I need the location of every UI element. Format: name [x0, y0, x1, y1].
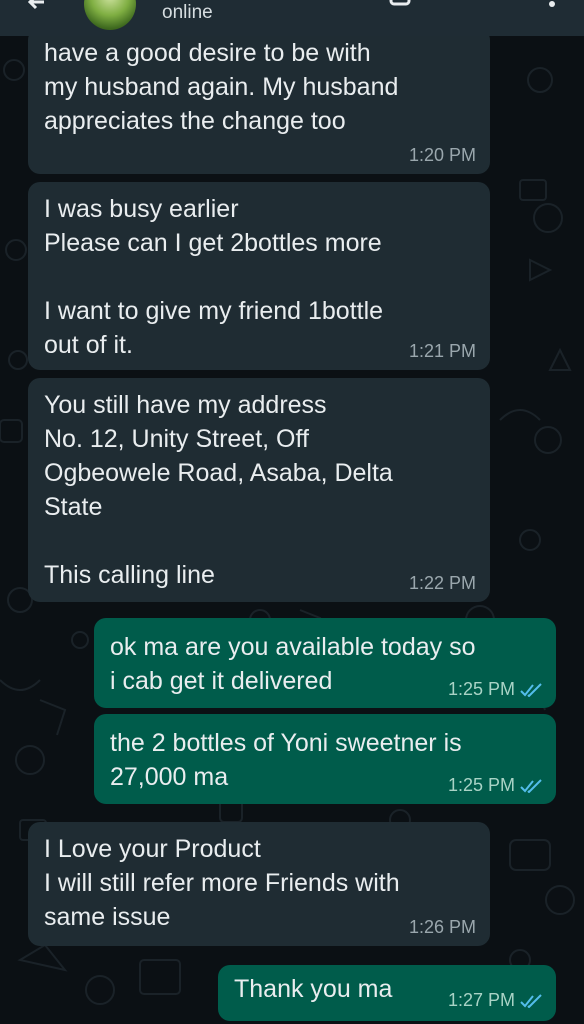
back-arrow-icon[interactable]	[24, 0, 48, 19]
message-bubble-outgoing[interactable]: ok ma are you available today so i cab g…	[94, 618, 556, 708]
message-bubble-outgoing[interactable]: the 2 bottles of Yoni sweetner is 27,000…	[94, 714, 556, 804]
double-check-icon	[520, 682, 542, 697]
message-time: 1:20 PM	[408, 145, 476, 165]
message-meta: 1:20 PM	[409, 145, 476, 166]
chat-header: online	[0, 0, 584, 36]
message-meta: 1:25 PM	[448, 775, 542, 796]
message-text: You still have my address No. 12, Unity …	[44, 391, 393, 589]
message-bubble-incoming[interactable]: I Love your Product I will still refer m…	[28, 822, 490, 946]
double-check-icon	[520, 993, 542, 1008]
message-meta: 1:22 PM	[409, 573, 476, 594]
message-text: I was busy earlier Please can I get 2bot…	[44, 195, 384, 359]
message-bubble-incoming[interactable]: have a good desire to be with my husband…	[28, 28, 490, 174]
message-bubble-incoming[interactable]: You still have my address No. 12, Unity …	[28, 378, 490, 602]
message-time: 1:22 PM	[408, 573, 476, 593]
more-options-icon[interactable]	[546, 0, 558, 19]
message-meta: 1:25 PM	[448, 679, 542, 700]
message-bubble-incoming[interactable]: I was busy earlier Please can I get 2bot…	[28, 182, 490, 370]
message-time: 1:27 PM	[447, 990, 515, 1010]
message-meta: 1:27 PM	[448, 990, 542, 1011]
message-time: 1:25 PM	[447, 775, 515, 795]
message-time: 1:26 PM	[408, 917, 476, 937]
video-call-icon[interactable]	[388, 0, 418, 21]
contact-avatar[interactable]	[84, 0, 136, 30]
message-time: 1:21 PM	[408, 341, 476, 361]
message-meta: 1:26 PM	[409, 917, 476, 938]
message-time: 1:25 PM	[447, 679, 515, 699]
contact-status: online	[162, 2, 213, 23]
message-meta: 1:21 PM	[409, 341, 476, 362]
double-check-icon	[520, 778, 542, 793]
message-text: have a good desire to be with my husband…	[44, 39, 399, 135]
message-bubble-outgoing[interactable]: Thank you ma 1:27 PM	[218, 965, 556, 1021]
